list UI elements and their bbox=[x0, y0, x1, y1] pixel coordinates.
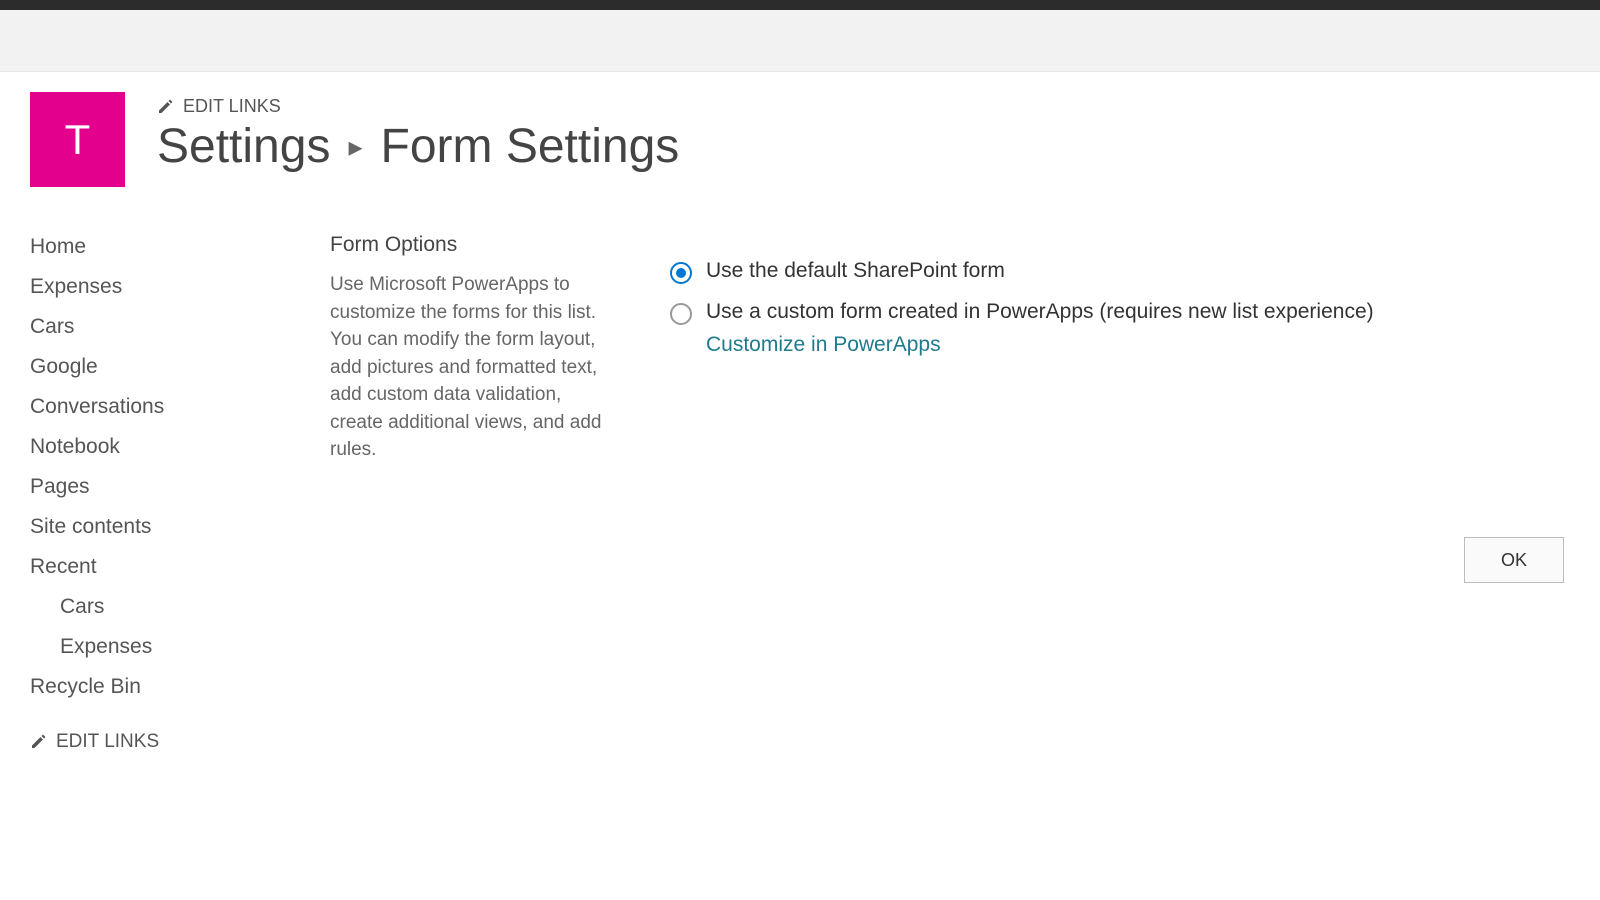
sidebar-recent-expenses[interactable]: Expenses bbox=[30, 627, 310, 667]
page-wrapper: T EDIT LINKS Settings ▸ Form Settings Ho… bbox=[0, 72, 1600, 783]
edit-links-top[interactable]: EDIT LINKS bbox=[157, 96, 1570, 117]
sidebar-item-recycle-bin[interactable]: Recycle Bin bbox=[30, 667, 310, 707]
sidebar-item-site-contents[interactable]: Site contents bbox=[30, 507, 310, 547]
ok-button[interactable]: OK bbox=[1464, 537, 1564, 583]
edit-links-sidebar-label: EDIT LINKS bbox=[56, 731, 159, 753]
radio-row-default: Use the default SharePoint form bbox=[670, 259, 1570, 284]
breadcrumb-parent[interactable]: Settings bbox=[157, 121, 330, 174]
sidebar-item-pages[interactable]: Pages bbox=[30, 467, 310, 507]
customize-in-powerapps-link[interactable]: Customize in PowerApps bbox=[706, 333, 1570, 357]
header-text: EDIT LINKS Settings ▸ Form Settings bbox=[157, 92, 1570, 174]
radio-selected-dot-icon bbox=[676, 268, 686, 278]
sidebar: Home Expenses Cars Google Conversations … bbox=[30, 227, 330, 753]
breadcrumb-current: Form Settings bbox=[381, 121, 680, 174]
sidebar-item-conversations[interactable]: Conversations bbox=[30, 387, 310, 427]
site-logo-letter: T bbox=[65, 116, 91, 164]
ribbon-area bbox=[0, 10, 1600, 72]
edit-links-top-label: EDIT LINKS bbox=[183, 96, 281, 117]
sidebar-item-notebook[interactable]: Notebook bbox=[30, 427, 310, 467]
sidebar-item-cars[interactable]: Cars bbox=[30, 307, 310, 347]
radio-default-form[interactable] bbox=[670, 262, 692, 284]
radio-default-form-label: Use the default SharePoint form bbox=[706, 259, 1005, 283]
pencil-icon bbox=[30, 734, 46, 750]
sidebar-recent-cars[interactable]: Cars bbox=[30, 587, 310, 627]
radio-row-custom: Use a custom form created in PowerApps (… bbox=[670, 300, 1570, 325]
radio-custom-form-label: Use a custom form created in PowerApps (… bbox=[706, 300, 1374, 324]
form-options-column: Use the default SharePoint form Use a cu… bbox=[670, 233, 1570, 753]
suite-bar bbox=[0, 0, 1600, 10]
header-row: T EDIT LINKS Settings ▸ Form Settings bbox=[30, 92, 1570, 187]
form-options-heading: Form Options bbox=[330, 233, 610, 257]
edit-links-sidebar[interactable]: EDIT LINKS bbox=[30, 731, 310, 753]
form-options-description-column: Form Options Use Microsoft PowerApps to … bbox=[330, 233, 610, 753]
sidebar-item-expenses[interactable]: Expenses bbox=[30, 267, 310, 307]
sidebar-recent-label: Recent bbox=[30, 547, 310, 587]
breadcrumb-separator-icon: ▸ bbox=[348, 132, 362, 163]
form-options-description: Use Microsoft PowerApps to customize the… bbox=[330, 271, 610, 464]
pencil-icon bbox=[157, 99, 173, 115]
sidebar-item-home[interactable]: Home bbox=[30, 227, 310, 267]
body-row: Home Expenses Cars Google Conversations … bbox=[30, 227, 1570, 753]
breadcrumb: Settings ▸ Form Settings bbox=[157, 121, 1570, 174]
sidebar-item-google[interactable]: Google bbox=[30, 347, 310, 387]
radio-custom-form[interactable] bbox=[670, 303, 692, 325]
ok-row: OK bbox=[670, 537, 1570, 583]
site-logo[interactable]: T bbox=[30, 92, 125, 187]
main-content: Form Options Use Microsoft PowerApps to … bbox=[330, 227, 1570, 753]
